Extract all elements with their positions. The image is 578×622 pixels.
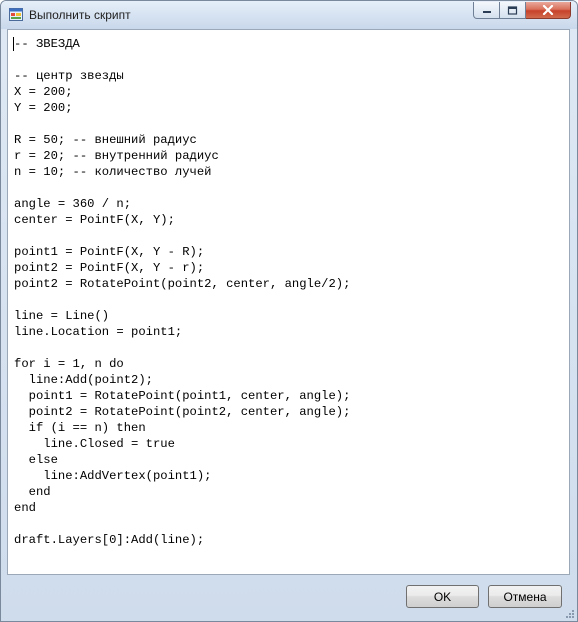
code-line: angle = 360 / n;	[14, 197, 132, 211]
dialog-footer: OK Отмена	[1, 575, 577, 621]
code-line: else	[14, 453, 58, 467]
code-line: end	[14, 501, 36, 515]
window-app-icon	[9, 8, 23, 21]
code-line: R = 50; -- внешний радиус	[14, 133, 197, 147]
close-icon	[542, 5, 554, 15]
code-line: point2 = RotatePoint(point2, center, ang…	[14, 277, 351, 291]
caption-buttons	[473, 2, 571, 20]
window-title: Выполнить скрипт	[29, 8, 131, 22]
close-button[interactable]	[526, 2, 571, 19]
code-line: line.Location = point1;	[14, 325, 183, 339]
resize-grip-icon[interactable]	[565, 609, 575, 619]
code-line: line:Add(point2);	[14, 373, 153, 387]
title-bar[interactable]: Выполнить скрипт	[1, 1, 577, 29]
script-code: -- ЗВЕЗДА -- центр звезды X = 200; Y = 2…	[14, 36, 350, 548]
code-line: point2 = RotatePoint(point2, center, ang…	[14, 405, 351, 419]
code-line: point1 = RotatePoint(point1, center, ang…	[14, 389, 351, 403]
code-line: n = 10; -- количество лучей	[14, 165, 212, 179]
code-line: r = 20; -- внутренний радиус	[14, 149, 219, 163]
code-line: Y = 200;	[14, 101, 73, 115]
code-line: line:AddVertex(point1);	[14, 469, 212, 483]
maximize-icon	[507, 5, 518, 15]
code-line: -- центр звезды	[14, 69, 124, 83]
code-line: for i = 1, n do	[14, 357, 124, 371]
code-line: line.Closed = true	[14, 437, 175, 451]
script-window: Выполнить скрипт -- ЗВЕЗДА -- центр звез…	[0, 0, 578, 622]
minimize-button[interactable]	[473, 2, 500, 19]
ok-button[interactable]: OK	[406, 585, 479, 608]
code-line: end	[14, 485, 51, 499]
code-line: X = 200;	[14, 85, 73, 99]
code-line: draft.Layers[0]:Add(line);	[14, 533, 205, 547]
maximize-button[interactable]	[500, 2, 526, 19]
code-line: point1 = PointF(X, Y - R);	[14, 245, 205, 259]
code-line: line = Line()	[14, 309, 110, 323]
minimize-icon	[482, 11, 491, 13]
code-line: point2 = PointF(X, Y - r);	[14, 261, 205, 275]
code-line: if (i == n) then	[14, 421, 146, 435]
code-line: center = PointF(X, Y);	[14, 213, 175, 227]
cancel-button[interactable]: Отмена	[488, 585, 562, 608]
code-line: -- ЗВЕЗДА	[14, 37, 80, 51]
script-editor[interactable]: -- ЗВЕЗДА -- центр звезды X = 200; Y = 2…	[7, 29, 570, 575]
